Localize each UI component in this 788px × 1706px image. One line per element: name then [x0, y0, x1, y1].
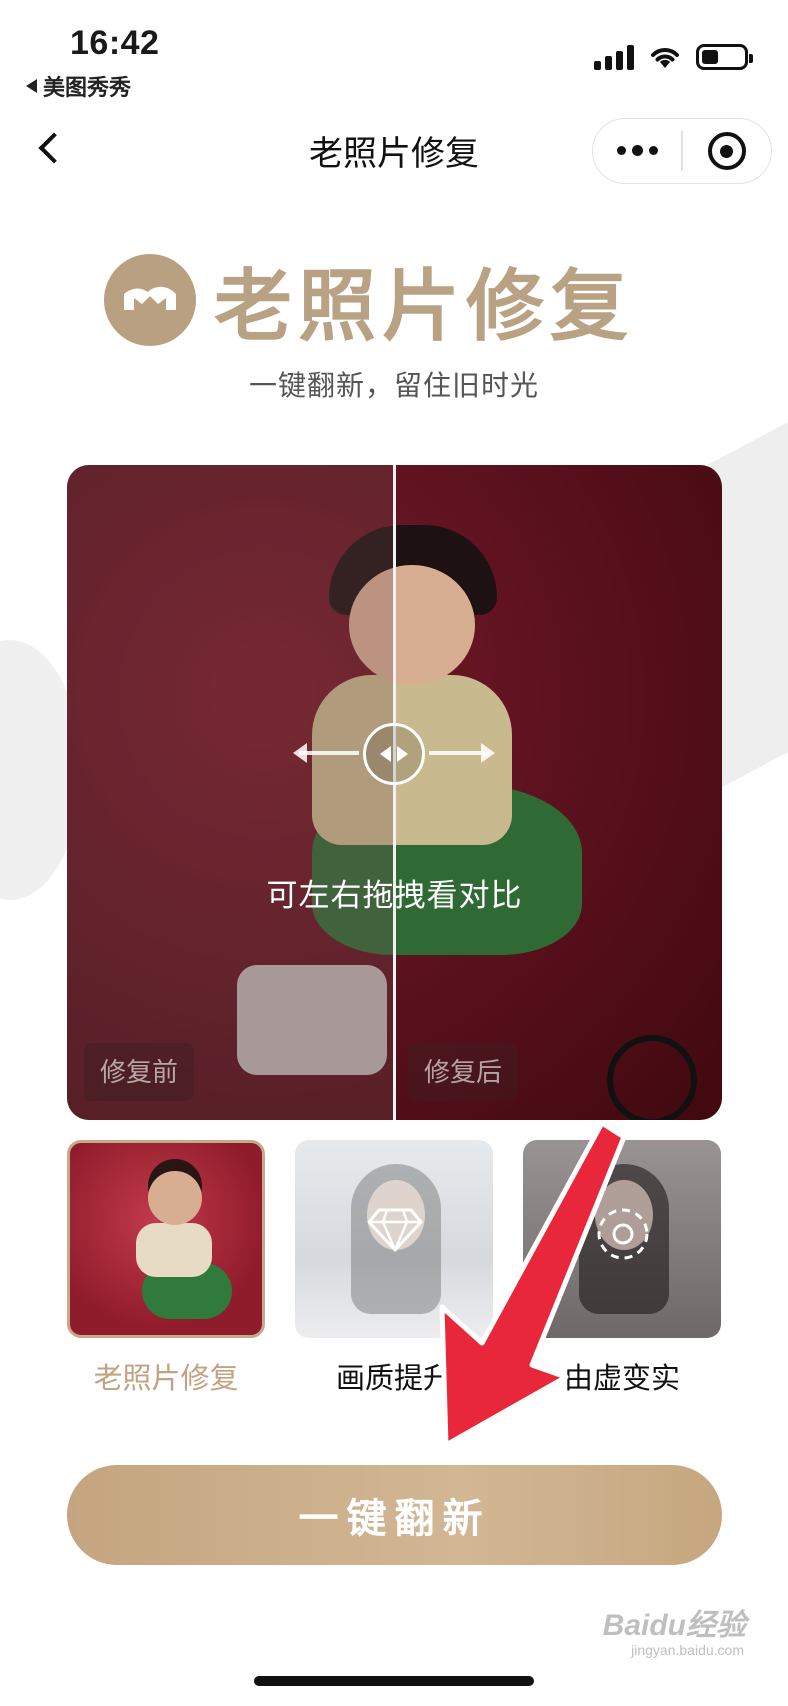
before-after-compare[interactable]: 可左右拖拽看对比 修复前 修复后 — [67, 465, 722, 1120]
status-indicators — [594, 44, 753, 70]
cellular-signal-icon — [594, 44, 634, 70]
target-circle-icon — [707, 132, 746, 170]
before-tag: 修复前 — [84, 1043, 195, 1101]
after-tag: 修复后 — [408, 1043, 519, 1101]
red-arrow-annotation-icon — [439, 1120, 627, 1448]
home-indicator — [254, 1676, 534, 1686]
handle-left-icon — [380, 746, 391, 762]
more-button[interactable] — [593, 145, 681, 156]
diamond-icon — [367, 1208, 423, 1252]
close-miniprogram-button[interactable] — [683, 132, 771, 170]
battery-icon — [696, 44, 753, 70]
handle-right-icon — [397, 746, 408, 762]
wifi-icon — [651, 48, 679, 68]
meitu-logo-icon — [104, 254, 196, 346]
one-click-renew-button[interactable]: 一键翻新 — [67, 1465, 722, 1565]
status-back-app[interactable]: 美图秀秀 — [26, 70, 131, 102]
status-back-app-label: 美图秀秀 — [43, 75, 132, 100]
hero-banner: 老照片修复 — [104, 244, 634, 356]
baidu-watermark-url: jingyan.baidu.com — [631, 1642, 744, 1658]
miniprogram-capsule — [592, 118, 772, 184]
drag-handle[interactable] — [363, 723, 425, 785]
compare-hint: 可左右拖拽看对比 — [266, 878, 523, 913]
baidu-watermark: Baidu经验 — [602, 1609, 746, 1642]
mode-label-old-photo[interactable]: 老照片修复 — [67, 1355, 265, 1397]
more-dots-icon — [616, 146, 626, 155]
arrow-right-icon — [429, 743, 495, 763]
status-time: 16:42 — [70, 24, 160, 62]
compare-divider[interactable] — [393, 465, 396, 1120]
mode-card-old-photo[interactable] — [67, 1140, 265, 1338]
back-triangle-icon — [26, 79, 37, 93]
arrow-left-icon — [293, 743, 359, 763]
hero-title: 老照片修复 — [214, 262, 635, 352]
hero-subtitle: 一键翻新，留住旧时光 — [248, 370, 539, 401]
